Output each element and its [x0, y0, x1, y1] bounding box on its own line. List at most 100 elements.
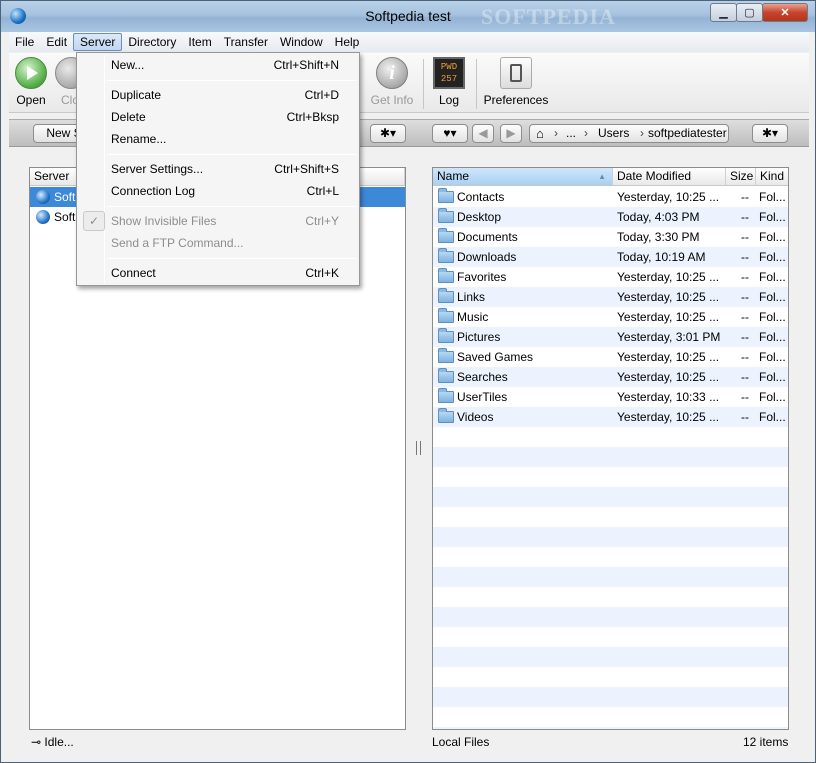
title-bar[interactable]: SOFTPEDIA Softpedia test ▁ ▢ ✕ — [1, 1, 815, 32]
name-column-header[interactable]: Name ▲ — [433, 168, 613, 186]
kind-column-header[interactable]: Kind — [756, 168, 788, 186]
app-window: SOFTPEDIA Softpedia test ▁ ▢ ✕ File Edit… — [0, 0, 816, 763]
file-date: Yesterday, 10:25 ... — [617, 370, 720, 384]
file-row[interactable]: Searches Yesterday, 10:25 ... -- Fol... — [433, 367, 788, 387]
switch-icon — [500, 57, 532, 89]
file-size: -- — [741, 190, 749, 204]
menu-item-rename[interactable]: Rename... — [79, 129, 357, 149]
local-file-list[interactable]: Name ▲ Date Modified Size Kind Contacts Y… — [432, 167, 789, 730]
menu-item-send-ftp-command[interactable]: Send a FTP Command... — [79, 233, 357, 253]
file-row[interactable]: Music Yesterday, 10:25 ... -- Fol... — [433, 307, 788, 327]
get-info-button[interactable]: i Get Info — [367, 57, 417, 107]
menu-item-server-settings[interactable]: Server Settings... Ctrl+Shift+S — [79, 159, 357, 179]
date-column-header[interactable]: Date Modified — [613, 168, 726, 186]
empty-row — [433, 467, 788, 487]
menu-item-label: Show Invisible Files — [111, 214, 217, 228]
breadcrumb: ⌂ › ... › Users › softpediatester — [529, 124, 729, 143]
menu-item-show-invisible-files[interactable]: ✓ Show Invisible Files Ctrl+Y — [79, 211, 357, 231]
close-button[interactable]: ✕ — [762, 3, 808, 22]
menu-item-connection-log[interactable]: Connection Log Ctrl+L — [79, 181, 357, 201]
menu-server[interactable]: Server — [73, 33, 123, 51]
empty-row — [433, 627, 788, 647]
file-name: Desktop — [457, 210, 502, 224]
file-row[interactable]: Downloads Today, 10:19 AM -- Fol... — [433, 247, 788, 267]
file-name: Favorites — [457, 270, 507, 284]
menu-edit[interactable]: Edit — [40, 33, 73, 51]
menu-item-duplicate[interactable]: Duplicate Ctrl+D — [79, 85, 357, 105]
name-column-label: Name — [437, 169, 470, 183]
menu-item[interactable]: Item — [182, 33, 217, 51]
file-row[interactable]: Contacts Yesterday, 10:25 ... -- Fol... — [433, 187, 788, 207]
empty-row — [433, 487, 788, 507]
file-name: Pictures — [457, 330, 501, 344]
file-row[interactable]: Links Yesterday, 10:25 ... -- Fol... — [433, 287, 788, 307]
menu-directory[interactable]: Directory — [122, 33, 182, 51]
empty-row — [433, 647, 788, 667]
file-row[interactable]: Desktop Today, 4:03 PM -- Fol... — [433, 207, 788, 227]
menu-item-new[interactable]: New... Ctrl+Shift+N — [79, 55, 357, 75]
menu-item-label: Delete — [111, 110, 146, 124]
file-kind: Fol... — [759, 190, 786, 204]
file-actions-gear-icon[interactable]: ✱▾ — [752, 124, 788, 143]
maximize-button[interactable]: ▢ — [736, 3, 763, 22]
file-row[interactable]: Saved Games Yesterday, 10:25 ... -- Fol... — [433, 347, 788, 367]
menu-transfer[interactable]: Transfer — [218, 33, 274, 51]
globe-icon — [36, 210, 50, 224]
file-row[interactable]: Favorites Yesterday, 10:25 ... -- Fol... — [433, 267, 788, 287]
log-label: Log — [438, 93, 460, 107]
folder-icon — [438, 408, 454, 423]
menu-separator — [107, 258, 357, 259]
file-kind: Fol... — [759, 270, 786, 284]
forward-arrow-icon[interactable]: ▶ — [500, 124, 522, 143]
menu-window[interactable]: Window — [274, 33, 329, 51]
file-row[interactable]: UserTiles Yesterday, 10:33 ... -- Fol... — [433, 387, 788, 407]
file-date: Yesterday, 3:01 PM — [617, 330, 721, 344]
preferences-button[interactable]: Preferences — [483, 57, 549, 107]
toolbar-separator — [476, 59, 477, 109]
back-arrow-icon[interactable]: ◀ — [472, 124, 494, 143]
menu-item-delete[interactable]: Delete Ctrl+Bksp — [79, 107, 357, 127]
log-button[interactable]: PWD 257 Log — [429, 57, 469, 107]
play-icon — [15, 57, 47, 89]
file-name: Music — [457, 310, 489, 324]
file-size: -- — [741, 330, 749, 344]
connection-plug-icon: ⊸ — [31, 735, 42, 749]
menu-item-shortcut: Ctrl+K — [305, 266, 339, 280]
empty-row — [433, 687, 788, 707]
minimize-button[interactable]: ▁ — [710, 3, 737, 22]
pane-splitter-handle[interactable] — [416, 441, 421, 455]
file-size: -- — [741, 230, 749, 244]
breadcrumb-users[interactable]: Users — [598, 125, 629, 142]
menu-file[interactable]: File — [9, 33, 40, 51]
item-count: 12 items — [743, 735, 789, 749]
breadcrumb-current-user[interactable]: softpediatester — [648, 125, 727, 142]
file-date: Yesterday, 10:25 ... — [617, 190, 720, 204]
open-button[interactable]: Open — [13, 57, 49, 107]
log-terminal-icon: PWD 257 — [433, 57, 465, 89]
file-row[interactable]: Documents Today, 3:30 PM -- Fol... — [433, 227, 788, 247]
file-kind: Fol... — [759, 290, 786, 304]
file-kind: Fol... — [759, 410, 786, 424]
home-icon[interactable]: ⌂ — [536, 125, 544, 142]
menu-help[interactable]: Help — [329, 33, 366, 51]
menu-item-label: Connect — [111, 266, 156, 280]
menu-item-label: Send a FTP Command... — [111, 236, 244, 250]
file-kind: Fol... — [759, 230, 786, 244]
server-actions-gear-icon[interactable]: ✱▾ — [370, 124, 406, 143]
file-date: Today, 10:19 AM — [617, 250, 706, 264]
file-name: Links — [457, 290, 486, 304]
breadcrumb-separator: › — [554, 126, 558, 140]
file-row[interactable]: Videos Yesterday, 10:25 ... -- Fol... — [433, 407, 788, 427]
file-row[interactable]: Pictures Yesterday, 3:01 PM -- Fol... — [433, 327, 788, 347]
favorites-heart-icon[interactable]: ♥▾ — [432, 124, 468, 143]
breadcrumb-ellipsis[interactable]: ... — [566, 125, 576, 142]
toolbar-separator — [423, 59, 424, 109]
file-date: Yesterday, 10:25 ... — [617, 410, 720, 424]
file-size: -- — [741, 350, 749, 364]
menu-item-connect[interactable]: Connect Ctrl+K — [79, 263, 357, 283]
empty-row — [433, 607, 788, 627]
size-column-header[interactable]: Size — [726, 168, 756, 186]
file-size: -- — [741, 370, 749, 384]
status-text: Idle... — [44, 735, 74, 749]
menu-item-label: New... — [111, 58, 145, 72]
